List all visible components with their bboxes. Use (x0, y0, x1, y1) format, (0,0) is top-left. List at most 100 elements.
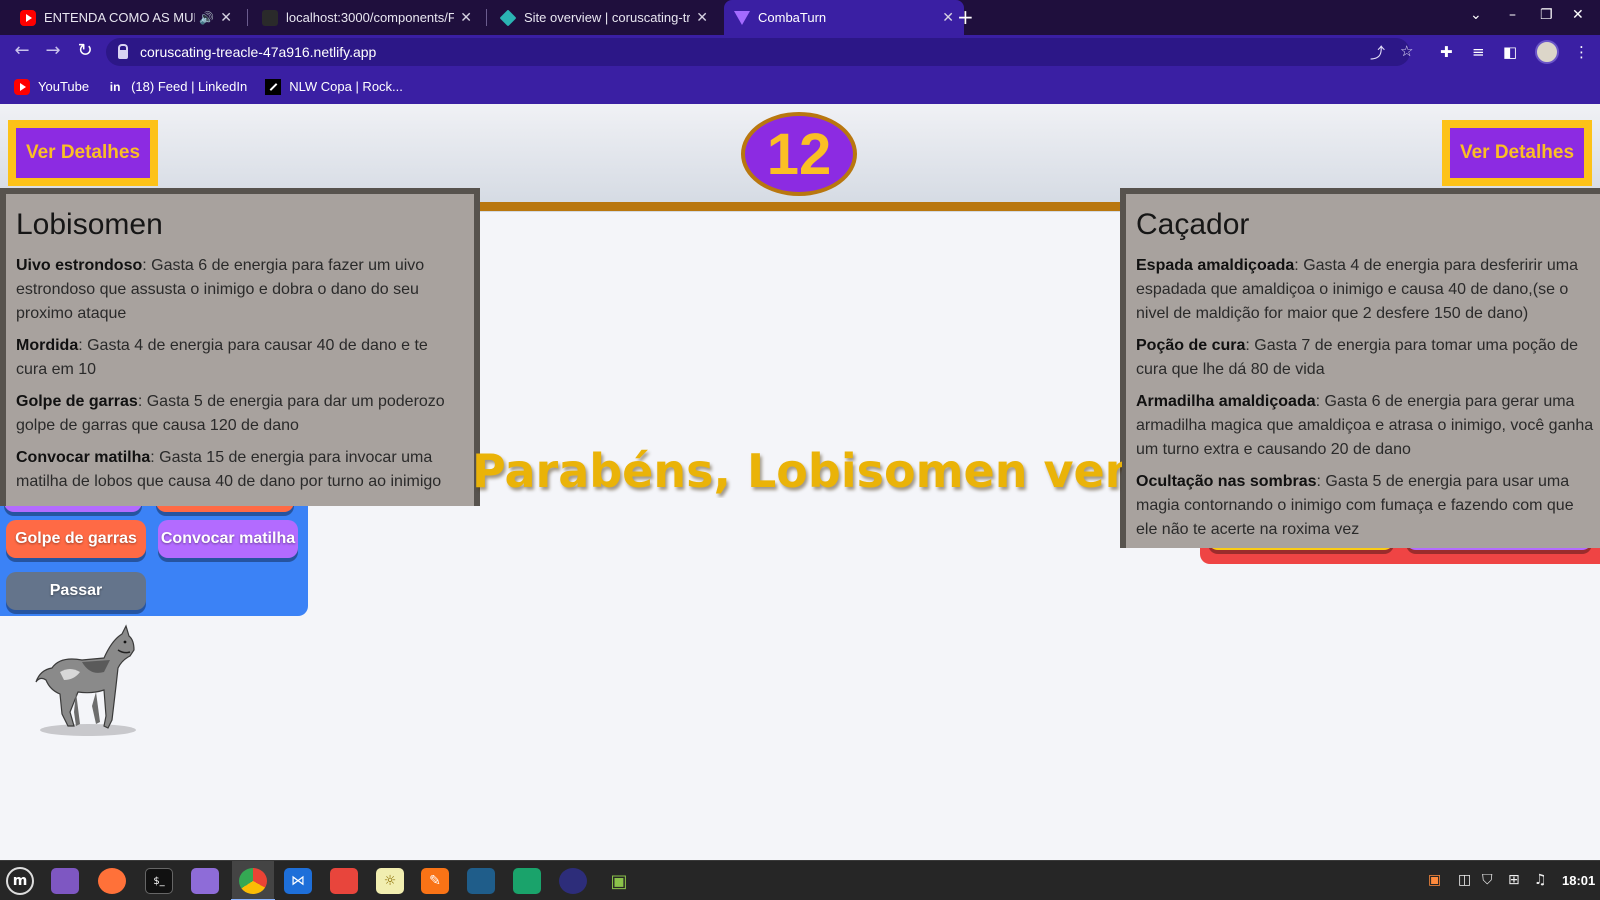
reload-icon[interactable]: ↻ (73, 39, 97, 63)
bookmark-label: YouTube (38, 79, 90, 94)
clock[interactable]: 18:01 (1562, 873, 1595, 888)
browser-toolbar: ← → ↻ coruscating-treacle-47a916.netlify… (0, 35, 1600, 69)
folder-icon[interactable] (51, 868, 79, 894)
tab-separator (486, 9, 487, 26)
design-tool-icon[interactable]: ✎ (421, 868, 449, 894)
netlify-icon (499, 9, 517, 26)
ability-description: Poção de cura: Gasta 7 de energia para t… (1136, 334, 1594, 382)
sound-icon[interactable]: ♫ (1534, 872, 1547, 888)
files-icon[interactable] (191, 868, 219, 894)
bookmark-star-icon[interactable]: ☆ (1400, 42, 1413, 60)
extensions-icon[interactable]: ✚ (1440, 43, 1453, 61)
minimize-icon[interactable]: – (1509, 7, 1516, 23)
rocketseat-icon (265, 78, 282, 95)
right-details-button[interactable]: Ver Detalhes (1442, 120, 1592, 186)
left-details-button[interactable]: Ver Detalhes (8, 120, 158, 186)
pass-button[interactable]: Passar (6, 572, 146, 610)
tab-search-icon[interactable]: ⌄ (1470, 7, 1482, 23)
turn-counter: 12 (741, 112, 857, 196)
media-queue-icon[interactable]: ≡ (1472, 43, 1485, 61)
details-button-label: Ver Detalhes (1450, 128, 1584, 178)
character-name: Caçador (1136, 208, 1250, 241)
tab-title: ENTENDA COMO AS MULH (44, 10, 196, 25)
left-character-card: Lobisomen Uivo estrondoso: Gasta 6 de en… (0, 188, 480, 506)
tab-separator (247, 9, 248, 26)
clipboard-icon[interactable]: ◫ (1458, 872, 1471, 888)
profile-avatar[interactable] (1535, 40, 1559, 64)
network-icon[interactable]: ⊞ (1508, 872, 1520, 888)
chrome-icon[interactable] (231, 868, 275, 900)
restore-icon[interactable]: ❐ (1540, 7, 1553, 23)
eclipse-icon[interactable] (559, 868, 587, 894)
details-button-label: Ver Detalhes (16, 128, 150, 178)
bookmark-youtube[interactable]: YouTube (14, 78, 90, 95)
vscode-icon[interactable]: ⋈ (284, 868, 312, 894)
tray-app-icon[interactable]: ▣ (1428, 872, 1441, 888)
ability-name: Ocultação nas sombras (1136, 473, 1317, 490)
close-tab-icon[interactable]: ✕ (696, 9, 708, 26)
ability-name: Armadilha amaldiçoada (1136, 393, 1316, 410)
bookmark-label: NLW Copa | Rock... (289, 79, 403, 94)
back-icon[interactable]: ← (10, 39, 34, 63)
ability-text: : Gasta 4 de energia para causar 40 de d… (16, 337, 428, 378)
close-tab-icon[interactable]: ✕ (220, 9, 232, 26)
menu-kebab-icon[interactable]: ⋮ (1574, 43, 1589, 61)
tab-title: Site overview | coruscating-tre (524, 10, 691, 25)
browser-tab[interactable]: Site overview | coruscating-tre ✕ (490, 0, 718, 35)
new-tab-icon[interactable]: + (957, 5, 974, 29)
close-window-icon[interactable]: ✕ (1572, 7, 1584, 23)
ability-description: Convocar matilha: Gasta 15 de energia pa… (16, 446, 462, 494)
vite-icon (734, 10, 750, 25)
ability-name: Golpe de garras (16, 393, 138, 410)
bookmark-label: (18) Feed | LinkedIn (131, 79, 248, 94)
mysql-workbench-icon[interactable] (467, 868, 495, 894)
youtube-icon (14, 78, 30, 95)
left-actions-panel: Golpe de garras Convocar matilha Passar (0, 474, 308, 616)
bookmark-nlw[interactable]: NLW Copa | Rock... (265, 78, 403, 95)
url-text[interactable]: coruscating-treacle-47a916.netlify.app (140, 44, 376, 60)
beekeeper-icon[interactable] (513, 868, 541, 894)
tab-title: CombaTurn (758, 10, 827, 25)
android-studio-icon[interactable]: ▣ (605, 868, 633, 894)
ability-description: Mordida: Gasta 4 de energia para causar … (16, 334, 462, 382)
ability-description: Golpe de garras: Gasta 5 de energia para… (16, 390, 462, 438)
convocar-matilha-button[interactable]: Convocar matilha (158, 520, 298, 558)
settings-sun-icon[interactable]: ☼ (376, 868, 404, 894)
browser-tab[interactable]: ENTENDA COMO AS MULH 🔊 ✕ (10, 0, 242, 35)
ability-name: Mordida (16, 337, 79, 354)
dark-page-icon (262, 9, 278, 26)
ability-description: Uivo estrondoso: Gasta 6 de energia para… (16, 254, 462, 326)
share-icon[interactable]: ⤴ (1370, 42, 1385, 63)
winner-message: Parabéns, Lobisomen venceu (472, 444, 1122, 498)
browser-tab-active[interactable]: CombaTurn ✕ (724, 0, 964, 35)
ability-description: Armadilha amaldiçoada: Gasta 6 de energi… (1136, 390, 1594, 462)
golpe-de-garras-button[interactable]: Golpe de garras (6, 520, 146, 558)
ability-name: Poção de cura (1136, 337, 1246, 354)
start-menu-icon[interactable]: m (6, 867, 34, 895)
close-tab-icon[interactable]: ✕ (460, 9, 472, 26)
ability-name: Uivo estrondoso (16, 257, 143, 274)
game-page: Ver Detalhes Ver Detalhes 12 Golpe de ga… (0, 104, 1600, 860)
terminal-icon[interactable]: $_ (145, 868, 173, 894)
close-tab-icon[interactable]: ✕ (942, 9, 954, 26)
bookmarks-bar: YouTube in (18) Feed | LinkedIn NLW Copa… (0, 69, 1600, 104)
browser-tab-bar: ENTENDA COMO AS MULH 🔊 ✕ localhost:3000/… (0, 0, 1600, 35)
header-divider (470, 202, 1120, 211)
shield-icon[interactable]: ⛉ (1482, 872, 1493, 888)
side-panel-icon[interactable]: ◧ (1503, 43, 1517, 61)
firefox-icon[interactable] (98, 868, 126, 894)
address-bar[interactable]: coruscating-treacle-47a916.netlify.app ⤴… (106, 38, 1413, 66)
speaker-icon[interactable]: 🔊 (199, 11, 214, 25)
git-client-icon[interactable] (330, 868, 358, 894)
right-character-card: Caçador Espada amaldiçoada: Gasta 4 de e… (1120, 188, 1600, 548)
bookmark-linkedin[interactable]: in (18) Feed | LinkedIn (107, 78, 248, 95)
forward-icon[interactable]: → (41, 39, 65, 63)
ability-description: Espada amaldiçoada: Gasta 4 de energia p… (1136, 254, 1594, 326)
wolf-character (35, 624, 136, 736)
os-taskbar: m $_ ⋈ ☼ ✎ ▣ ▣ ◫ ⛉ ⊞ ♫ 18:01 (0, 860, 1600, 900)
lock-icon[interactable] (118, 43, 128, 59)
ability-name: Convocar matilha (16, 449, 151, 466)
youtube-icon (20, 9, 36, 26)
tab-title: localhost:3000/components/F (286, 10, 455, 25)
browser-tab[interactable]: localhost:3000/components/F ✕ (252, 0, 482, 35)
